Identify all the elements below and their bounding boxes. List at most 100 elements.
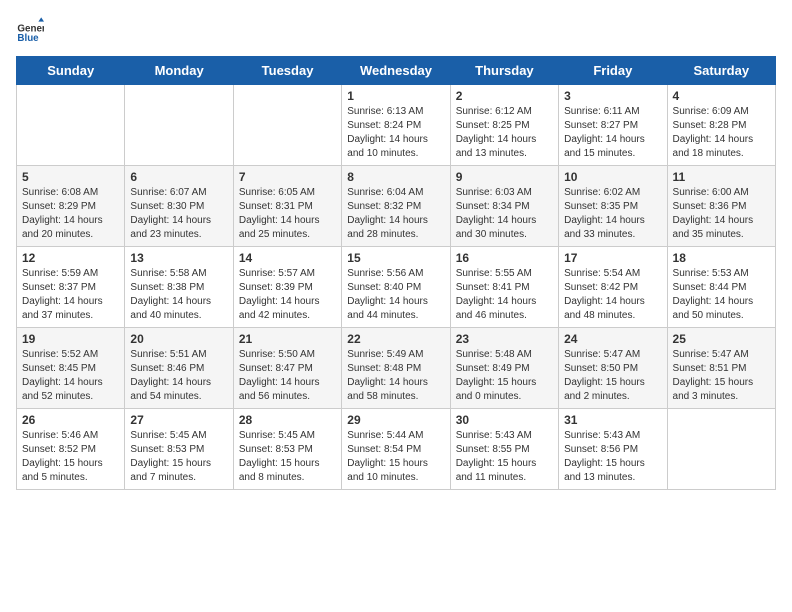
- day-info: Sunrise: 5:43 AM Sunset: 8:55 PM Dayligh…: [456, 429, 553, 485]
- calendar-cell: 11 Sunrise: 6:00 AM Sunset: 8:36 PM Dayli…: [667, 166, 775, 247]
- day-info: Sunrise: 5:55 AM Sunset: 8:41 PM Dayligh…: [456, 267, 553, 323]
- day-info: Sunrise: 6:05 AM Sunset: 8:31 PM Dayligh…: [239, 186, 336, 242]
- day-number: 24: [564, 332, 661, 346]
- calendar-cell: 7 Sunrise: 6:05 AM Sunset: 8:31 PM Daylig…: [233, 166, 341, 247]
- day-info: Sunrise: 5:47 AM Sunset: 8:50 PM Dayligh…: [564, 348, 661, 404]
- calendar-cell: 4 Sunrise: 6:09 AM Sunset: 8:28 PM Daylig…: [667, 85, 775, 166]
- day-number: 30: [456, 413, 553, 427]
- day-number: 9: [456, 170, 553, 184]
- day-info: Sunrise: 5:50 AM Sunset: 8:47 PM Dayligh…: [239, 348, 336, 404]
- page-header: General Blue: [16, 16, 776, 44]
- day-info: Sunrise: 5:59 AM Sunset: 8:37 PM Dayligh…: [22, 267, 119, 323]
- calendar-cell: 28 Sunrise: 5:45 AM Sunset: 8:53 PM Dayli…: [233, 409, 341, 490]
- day-info: Sunrise: 5:58 AM Sunset: 8:38 PM Dayligh…: [130, 267, 227, 323]
- calendar-cell: 8 Sunrise: 6:04 AM Sunset: 8:32 PM Daylig…: [342, 166, 450, 247]
- day-number: 20: [130, 332, 227, 346]
- calendar-cell: 18 Sunrise: 5:53 AM Sunset: 8:44 PM Dayli…: [667, 247, 775, 328]
- weekday-header-monday: Monday: [125, 57, 233, 85]
- day-info: Sunrise: 5:49 AM Sunset: 8:48 PM Dayligh…: [347, 348, 444, 404]
- day-number: 8: [347, 170, 444, 184]
- calendar-cell: 1 Sunrise: 6:13 AM Sunset: 8:24 PM Daylig…: [342, 85, 450, 166]
- day-info: Sunrise: 6:08 AM Sunset: 8:29 PM Dayligh…: [22, 186, 119, 242]
- day-number: 11: [673, 170, 770, 184]
- day-number: 26: [22, 413, 119, 427]
- day-number: 7: [239, 170, 336, 184]
- day-number: 22: [347, 332, 444, 346]
- calendar-week-row: 19Sunrise: 5:52 AM Sunset: 8:45 PM Dayli…: [17, 328, 776, 409]
- day-number: 31: [564, 413, 661, 427]
- day-info: Sunrise: 5:56 AM Sunset: 8:40 PM Dayligh…: [347, 267, 444, 323]
- calendar-cell: 24 Sunrise: 5:47 AM Sunset: 8:50 PM Dayli…: [559, 328, 667, 409]
- calendar-cell: [667, 409, 775, 490]
- day-info: Sunrise: 5:52 AM Sunset: 8:45 PM Dayligh…: [22, 348, 119, 404]
- day-number: 4: [673, 89, 770, 103]
- calendar-cell: 30 Sunrise: 5:43 AM Sunset: 8:55 PM Dayli…: [450, 409, 558, 490]
- calendar-cell: 5 Sunrise: 6:08 AM Sunset: 8:29 PM Daylig…: [17, 166, 125, 247]
- weekday-header-row: SundayMondayTuesdayWednesdayThursdayFrid…: [17, 57, 776, 85]
- day-number: 3: [564, 89, 661, 103]
- day-info: Sunrise: 5:47 AM Sunset: 8:51 PM Dayligh…: [673, 348, 770, 404]
- day-number: 6: [130, 170, 227, 184]
- calendar-cell: [125, 85, 233, 166]
- calendar-table: SundayMondayTuesdayWednesdayThursdayFrid…: [16, 56, 776, 490]
- calendar-cell: 14Sunrise: 5:57 AM Sunset: 8:39 PM Dayli…: [233, 247, 341, 328]
- calendar-cell: 15Sunrise: 5:56 AM Sunset: 8:40 PM Dayli…: [342, 247, 450, 328]
- calendar-cell: 13 Sunrise: 5:58 AM Sunset: 8:38 PM Dayli…: [125, 247, 233, 328]
- day-info: Sunrise: 6:04 AM Sunset: 8:32 PM Dayligh…: [347, 186, 444, 242]
- calendar-cell: 23 Sunrise: 5:48 AM Sunset: 8:49 PM Dayli…: [450, 328, 558, 409]
- day-number: 17: [564, 251, 661, 265]
- weekday-header-wednesday: Wednesday: [342, 57, 450, 85]
- calendar-week-row: 5 Sunrise: 6:08 AM Sunset: 8:29 PM Daylig…: [17, 166, 776, 247]
- day-info: Sunrise: 5:43 AM Sunset: 8:56 PM Dayligh…: [564, 429, 661, 485]
- day-number: 27: [130, 413, 227, 427]
- calendar-cell: 6 Sunrise: 6:07 AM Sunset: 8:30 PM Daylig…: [125, 166, 233, 247]
- calendar-cell: 2 Sunrise: 6:12 AM Sunset: 8:25 PM Daylig…: [450, 85, 558, 166]
- calendar-cell: 29Sunrise: 5:44 AM Sunset: 8:54 PM Dayli…: [342, 409, 450, 490]
- day-info: Sunrise: 6:13 AM Sunset: 8:24 PM Dayligh…: [347, 105, 444, 161]
- day-info: Sunrise: 5:46 AM Sunset: 8:52 PM Dayligh…: [22, 429, 119, 485]
- weekday-header-saturday: Saturday: [667, 57, 775, 85]
- day-info: Sunrise: 6:12 AM Sunset: 8:25 PM Dayligh…: [456, 105, 553, 161]
- calendar-cell: 9 Sunrise: 6:03 AM Sunset: 8:34 PM Daylig…: [450, 166, 558, 247]
- day-info: Sunrise: 6:07 AM Sunset: 8:30 PM Dayligh…: [130, 186, 227, 242]
- day-info: Sunrise: 5:48 AM Sunset: 8:49 PM Dayligh…: [456, 348, 553, 404]
- day-number: 18: [673, 251, 770, 265]
- day-number: 5: [22, 170, 119, 184]
- logo: General Blue: [16, 16, 48, 44]
- calendar-cell: 31 Sunrise: 5:43 AM Sunset: 8:56 PM Dayli…: [559, 409, 667, 490]
- day-info: Sunrise: 5:53 AM Sunset: 8:44 PM Dayligh…: [673, 267, 770, 323]
- calendar-cell: 10Sunrise: 6:02 AM Sunset: 8:35 PM Dayli…: [559, 166, 667, 247]
- day-number: 28: [239, 413, 336, 427]
- calendar-cell: 26 Sunrise: 5:46 AM Sunset: 8:52 PM Dayli…: [17, 409, 125, 490]
- day-number: 23: [456, 332, 553, 346]
- calendar-week-row: 12Sunrise: 5:59 AM Sunset: 8:37 PM Dayli…: [17, 247, 776, 328]
- day-number: 13: [130, 251, 227, 265]
- weekday-header-friday: Friday: [559, 57, 667, 85]
- calendar-cell: [233, 85, 341, 166]
- day-info: Sunrise: 6:11 AM Sunset: 8:27 PM Dayligh…: [564, 105, 661, 161]
- day-info: Sunrise: 6:09 AM Sunset: 8:28 PM Dayligh…: [673, 105, 770, 161]
- day-info: Sunrise: 5:51 AM Sunset: 8:46 PM Dayligh…: [130, 348, 227, 404]
- svg-text:Blue: Blue: [17, 33, 39, 44]
- day-number: 1: [347, 89, 444, 103]
- weekday-header-thursday: Thursday: [450, 57, 558, 85]
- weekday-header-tuesday: Tuesday: [233, 57, 341, 85]
- day-number: 2: [456, 89, 553, 103]
- day-info: Sunrise: 6:03 AM Sunset: 8:34 PM Dayligh…: [456, 186, 553, 242]
- logo-icon: General Blue: [16, 16, 44, 44]
- calendar-cell: 12Sunrise: 5:59 AM Sunset: 8:37 PM Dayli…: [17, 247, 125, 328]
- day-info: Sunrise: 5:45 AM Sunset: 8:53 PM Dayligh…: [239, 429, 336, 485]
- calendar-cell: 27 Sunrise: 5:45 AM Sunset: 8:53 PM Dayli…: [125, 409, 233, 490]
- day-info: Sunrise: 6:00 AM Sunset: 8:36 PM Dayligh…: [673, 186, 770, 242]
- calendar-cell: 17Sunrise: 5:54 AM Sunset: 8:42 PM Dayli…: [559, 247, 667, 328]
- calendar-cell: [17, 85, 125, 166]
- calendar-cell: 20 Sunrise: 5:51 AM Sunset: 8:46 PM Dayli…: [125, 328, 233, 409]
- calendar-cell: 22 Sunrise: 5:49 AM Sunset: 8:48 PM Dayli…: [342, 328, 450, 409]
- day-number: 14: [239, 251, 336, 265]
- weekday-header-sunday: Sunday: [17, 57, 125, 85]
- day-number: 10: [564, 170, 661, 184]
- calendar-cell: 25Sunrise: 5:47 AM Sunset: 8:51 PM Dayli…: [667, 328, 775, 409]
- calendar-cell: 3 Sunrise: 6:11 AM Sunset: 8:27 PM Daylig…: [559, 85, 667, 166]
- day-info: Sunrise: 5:45 AM Sunset: 8:53 PM Dayligh…: [130, 429, 227, 485]
- day-number: 21: [239, 332, 336, 346]
